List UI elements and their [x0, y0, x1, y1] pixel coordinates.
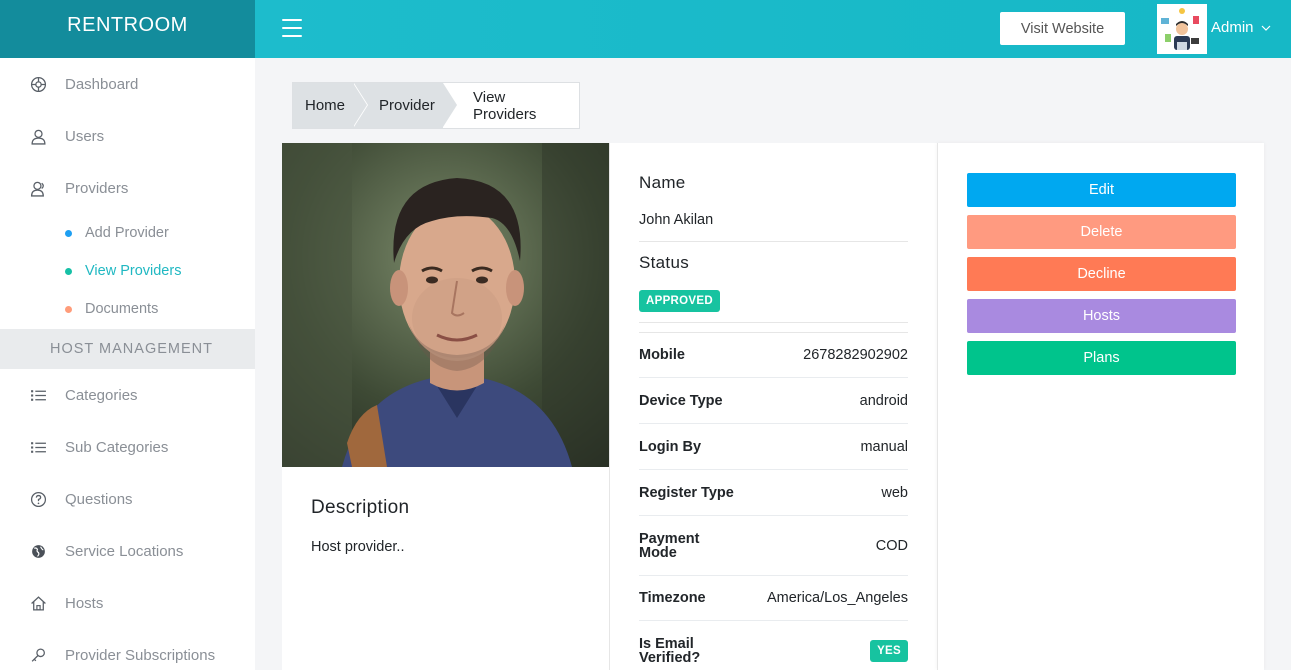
sidebar-item-provider-subscriptions[interactable]: Provider Subscriptions — [0, 629, 255, 670]
bullet-dot — [65, 229, 72, 237]
sidebar-item-categories[interactable]: Categories — [0, 369, 255, 421]
divider — [639, 241, 908, 242]
detail-row-mobile: Mobile 2678282902902 — [639, 333, 908, 378]
profile-photo-card: Description Host provider.. — [282, 143, 609, 670]
breadcrumb-home[interactable]: Home — [293, 83, 368, 128]
sidebar-subitem-add-provider[interactable]: Add Provider — [0, 214, 255, 252]
detail-key: Device Type — [639, 393, 723, 409]
name-label: Name — [639, 173, 686, 192]
edit-button[interactable]: Edit — [967, 173, 1236, 207]
detail-value: web — [881, 484, 908, 501]
breadcrumb-current: View Providers — [443, 83, 579, 128]
list-icon — [29, 438, 47, 456]
sidebar-item-label: Questions — [65, 490, 133, 508]
sidebar-subitem-label: View Providers — [85, 263, 182, 279]
detail-value: COD — [875, 537, 908, 554]
detail-value: America/Los_Angeles — [766, 590, 908, 606]
user-menu[interactable]: Admin — [1211, 19, 1271, 36]
bullet-dot — [65, 267, 72, 275]
sidebar-item-sub-categories[interactable]: Sub Categories — [0, 421, 255, 473]
detail-value: android — [859, 393, 908, 409]
sidebar-item-label: Users — [65, 127, 105, 145]
actions-card: Edit Delete Decline Hosts Plans — [937, 143, 1264, 670]
description-text: Host provider.. — [311, 539, 405, 555]
home-icon — [29, 594, 47, 612]
detail-key: Is Email Verified? — [639, 636, 701, 666]
provider-info-card: Name John Akilan Status APPROVED Mobile … — [609, 143, 937, 670]
avatar-illustration-icon — [1157, 4, 1207, 54]
list-icon — [29, 386, 47, 404]
provider-photo — [282, 143, 609, 467]
avatar[interactable] — [1157, 4, 1207, 54]
menu-toggle-icon[interactable] — [282, 19, 302, 37]
sidebar-item-label: Service Locations — [65, 542, 184, 560]
brand-logo[interactable]: RENTROOM — [0, 0, 255, 58]
sidebar-item-dashboard[interactable]: Dashboard — [0, 58, 255, 110]
sidebar-item-label: Dashboard — [65, 75, 139, 93]
breadcrumb-label: Home — [305, 97, 346, 114]
dashboard-icon — [29, 75, 47, 93]
user-name: Admin — [1211, 19, 1254, 36]
detail-key: Login By — [639, 438, 702, 455]
detail-value: 2678282902902 — [803, 347, 908, 363]
sidebar-subitem-label: Documents — [85, 301, 159, 317]
question-icon — [29, 490, 47, 508]
sidebar-item-providers[interactable]: Providers — [0, 162, 255, 214]
brand-name: RENTROOM — [67, 13, 188, 36]
breadcrumb: Home Provider View Providers — [292, 82, 580, 129]
breadcrumb-separator — [443, 83, 457, 127]
detail-key: Mobile — [639, 347, 685, 363]
detail-row-login-by: Login By manual — [639, 424, 908, 470]
sidebar-item-label: Categories — [65, 386, 138, 404]
breadcrumb-label: Provider — [379, 97, 435, 114]
plans-button[interactable]: Plans — [967, 341, 1236, 375]
name-value: John Akilan — [639, 212, 714, 228]
section-heading-host-management: HOST MANAGEMENT — [0, 329, 255, 369]
description-title: Description — [311, 497, 410, 518]
detail-row-register-type: Register Type web — [639, 470, 908, 516]
detail-value: manual — [860, 438, 908, 455]
sidebar-item-hosts[interactable]: Hosts — [0, 577, 255, 629]
detail-row-email-verified: Is Email Verified? YES — [639, 621, 908, 670]
detail-key: Register Type — [639, 484, 734, 501]
sidebar-item-service-locations[interactable]: Service Locations — [0, 525, 255, 577]
sidebar-item-label: Providers — [65, 179, 129, 197]
detail-row-payment-mode: Payment Mode COD — [639, 516, 908, 576]
bullet-dot — [65, 305, 72, 313]
sidebar-item-label: Hosts — [65, 594, 104, 612]
sidebar-subitem-view-providers[interactable]: View Providers — [0, 252, 255, 290]
divider — [639, 322, 908, 323]
sidebar-item-questions[interactable]: Questions — [0, 473, 255, 525]
breadcrumb-label: View Providers — [473, 88, 537, 123]
user-icon — [29, 127, 47, 145]
chevron-down-icon — [1261, 25, 1270, 31]
sidebar-item-label: Sub Categories — [65, 438, 169, 456]
topbar: Visit Website Admin — [255, 0, 1291, 58]
detail-key: Payment Mode — [639, 530, 700, 561]
status-label: Status — [639, 253, 689, 272]
providers-icon — [29, 179, 47, 197]
key-icon — [29, 646, 47, 664]
sidebar-item-users[interactable]: Users — [0, 110, 255, 162]
visit-website-button[interactable]: Visit Website — [1000, 12, 1125, 45]
detail-row-timezone: Timezone America/Los_Angeles — [639, 576, 908, 621]
detail-row-device-type: Device Type android — [639, 379, 908, 424]
hosts-button[interactable]: Hosts — [967, 299, 1236, 333]
sidebar-item-label: Provider Subscriptions — [65, 646, 216, 664]
sidebar: Dashboard Users Providers Add Provider V… — [0, 58, 255, 670]
sidebar-subitem-documents[interactable]: Documents — [0, 290, 255, 328]
detail-key: Timezone — [639, 590, 706, 606]
delete-button[interactable]: Delete — [967, 215, 1236, 249]
email-verified-badge: YES — [870, 640, 908, 662]
sidebar-subitem-label: Add Provider — [85, 225, 169, 241]
globe-icon — [29, 542, 47, 560]
portrait-image-icon — [282, 143, 609, 467]
status-badge: APPROVED — [639, 290, 720, 312]
decline-button[interactable]: Decline — [967, 257, 1236, 291]
breadcrumb-separator — [353, 83, 367, 127]
